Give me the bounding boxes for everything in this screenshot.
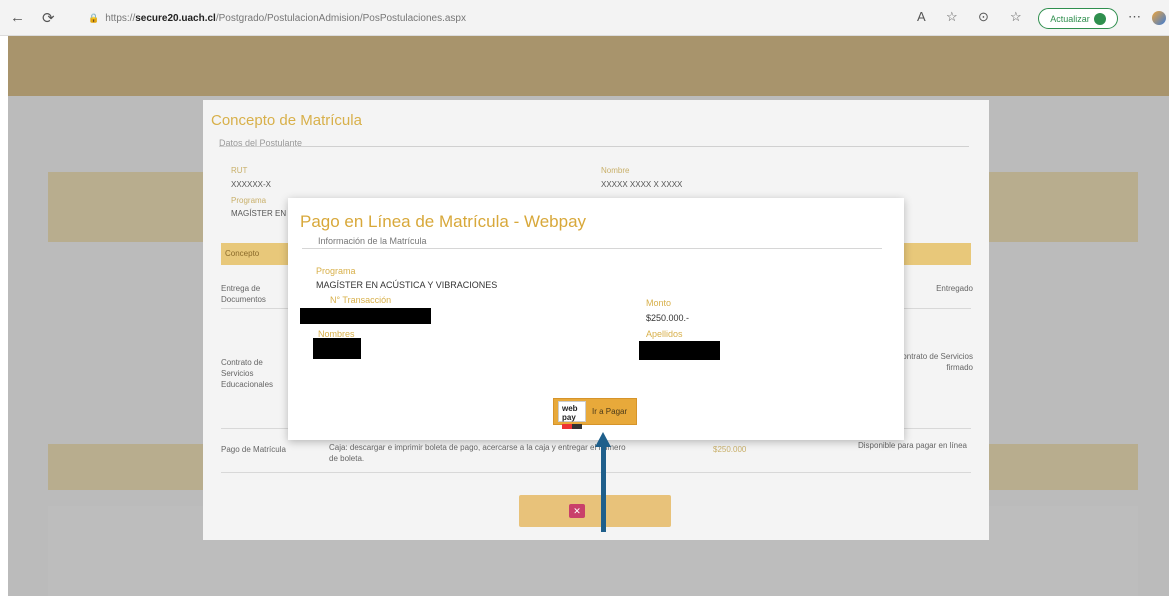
refresh-icon[interactable]: ⟳ xyxy=(42,9,55,27)
transaccion-label: N° Transacción xyxy=(330,295,392,305)
redacted-nombres xyxy=(313,338,361,359)
nombre-label: Nombre xyxy=(601,166,630,175)
divider xyxy=(219,146,969,147)
annotation-arrow-icon xyxy=(595,432,611,447)
programa-value: MAGÍSTER EN xyxy=(231,209,287,218)
programa-value: MAGÍSTER EN ACÚSTICA Y VIBRACIONES xyxy=(316,280,498,290)
divider xyxy=(302,248,882,249)
row-concept: Pago de Matrícula xyxy=(221,445,286,454)
favorite-star-icon[interactable]: ☆ xyxy=(946,9,958,25)
programa-label: Programa xyxy=(316,266,356,276)
back-arrow-icon[interactable]: ← xyxy=(10,9,25,26)
browser-toolbar: ← ⟳ 🔒 https://secure20.uach.cl/Postgrado… xyxy=(0,0,1169,36)
read-aloud-icon[interactable]: A xyxy=(917,9,926,24)
url-text: https://secure20.uach.cl/Postgrado/Postu… xyxy=(105,13,466,24)
rut-label: RUT xyxy=(231,166,248,175)
webpay-modal-title: Pago en Línea de Matrícula - Webpay xyxy=(300,212,587,231)
profile-icon[interactable] xyxy=(1152,11,1166,25)
extensions-icon[interactable]: ⊙ xyxy=(978,9,989,25)
more-options-icon[interactable]: ⋯ xyxy=(1128,9,1141,25)
address-bar[interactable]: 🔒 https://secure20.uach.cl/Postgrado/Pos… xyxy=(88,8,878,29)
update-browser-button[interactable]: Actualizar xyxy=(1038,8,1118,29)
redacted-transaction-number xyxy=(300,308,431,324)
monto-value: $250.000.- xyxy=(646,313,690,323)
annotation-arrow-shaft xyxy=(601,446,606,532)
apellidos-label: Apellidos xyxy=(646,329,683,339)
update-status-icon xyxy=(1093,12,1106,25)
close-modal-button[interactable]: ✕ xyxy=(519,495,671,527)
row-amount: $250.000 xyxy=(713,445,747,454)
row-status: Disponible para pagar en línea xyxy=(858,441,967,450)
monto-label: Monto xyxy=(646,298,672,308)
fieldset-legend: Información de la Matrícula xyxy=(316,236,429,246)
programa-label: Programa xyxy=(231,196,267,205)
row-description: Caja: descargar e imprimir boleta de pag… xyxy=(329,443,626,463)
modal-title: Concepto de Matrícula xyxy=(211,112,362,129)
pay-button-label: Ir a Pagar xyxy=(592,407,628,416)
rut-value: XXXXXX-X xyxy=(231,180,272,189)
ir-a-pagar-button[interactable]: web pay Ir a Pagar xyxy=(553,398,637,429)
close-icon: ✕ xyxy=(569,504,585,518)
row-divider xyxy=(221,472,971,473)
webpay-logo-icon: web pay xyxy=(558,401,586,429)
row-concept: Contrato de Servicios Educacionales xyxy=(221,358,274,389)
webpay-payment-modal: Pago en Línea de Matrícula - Webpay Info… xyxy=(288,198,904,440)
row-concept: Entrega de Documentos xyxy=(221,284,266,304)
redacted-apellidos xyxy=(639,341,720,360)
nombre-value: XXXXX XXXX X XXXX xyxy=(601,180,683,189)
lock-icon: 🔒 xyxy=(88,13,100,23)
update-label: Actualizar xyxy=(1050,13,1090,24)
collections-icon[interactable]: ☆ xyxy=(1010,9,1022,25)
